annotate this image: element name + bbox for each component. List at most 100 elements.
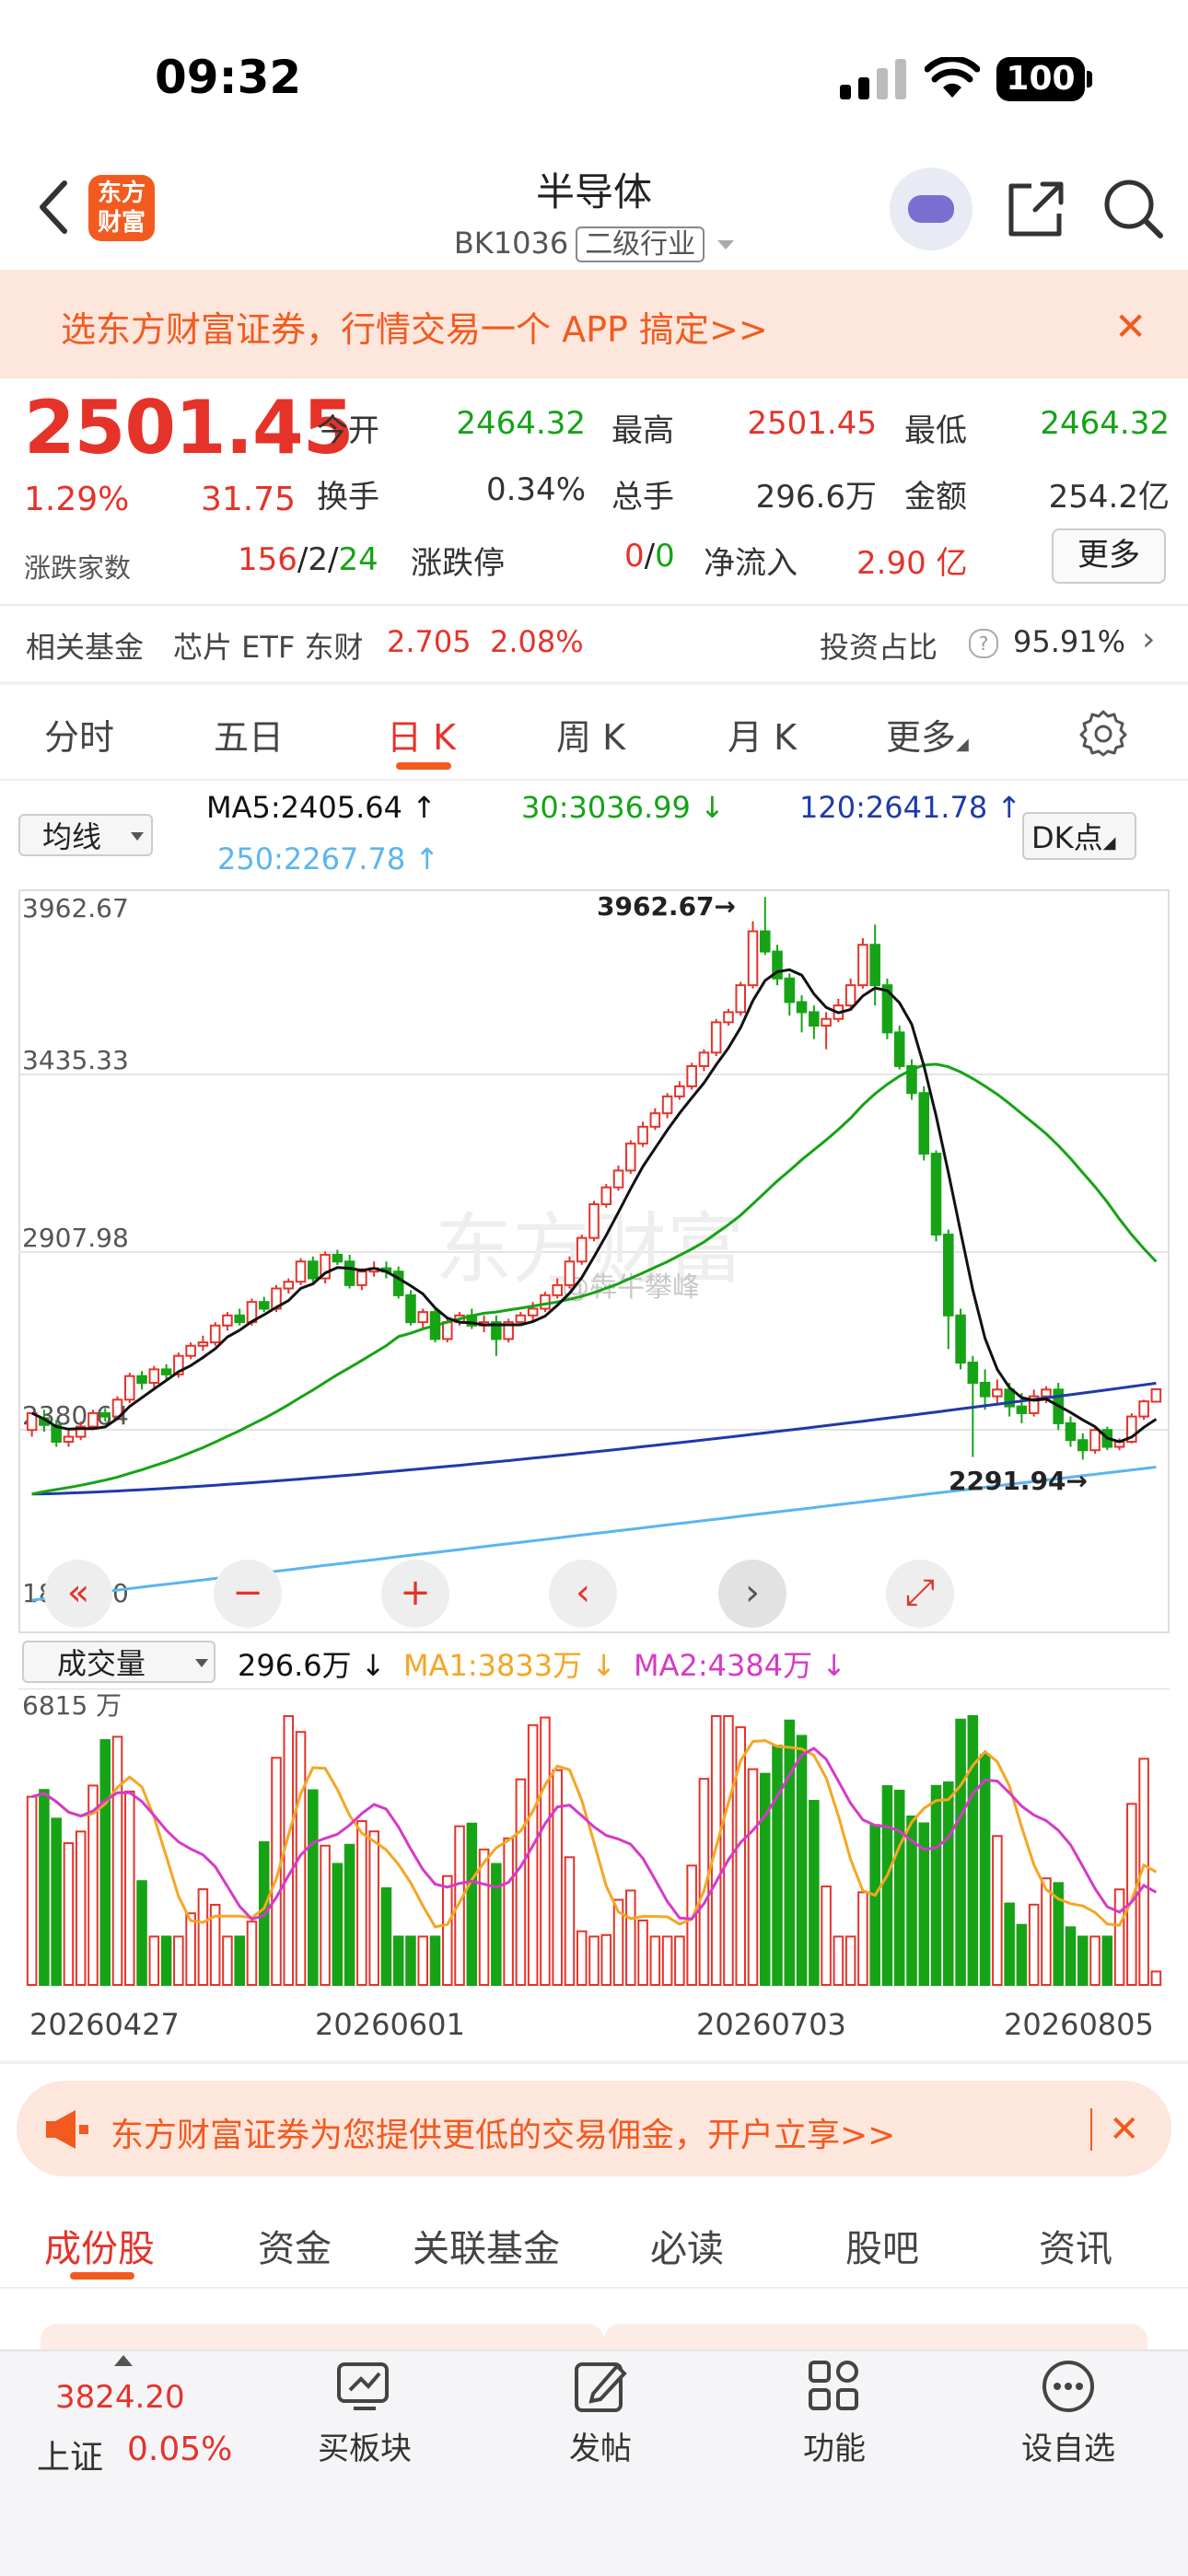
tab-intraday[interactable]: 分时 <box>44 709 114 760</box>
tab-related-funds[interactable]: 关联基金 <box>413 2219 560 2272</box>
candle-up <box>844 984 856 1007</box>
tab-funds-flow[interactable]: 资金 <box>258 2219 332 2272</box>
volume-indicator-select[interactable]: 成交量 <box>22 1641 215 1683</box>
volume-chart[interactable]: 6815 万 <box>18 1688 1170 2002</box>
candle-up <box>747 930 759 987</box>
min-price-marker: 2291.94→ <box>949 1466 1088 1496</box>
volume-bar-down <box>1101 1935 1113 1987</box>
breadth-label: 涨跌家数 <box>24 552 132 584</box>
functions-grid-icon[interactable] <box>805 2357 864 2416</box>
volume-bar-up <box>246 1920 258 1987</box>
high-label: 最高 <box>611 412 674 449</box>
tab-weekly-k[interactable]: 周 K <box>556 709 625 760</box>
low-label: 最低 <box>904 412 967 449</box>
tab-constituents[interactable]: 成份股 <box>44 2219 155 2272</box>
commission-ad-text[interactable]: 东方财富证券为您提供更低的交易佣金，开户立享>> <box>111 2108 895 2156</box>
candle-up <box>63 1435 75 1444</box>
candle-down <box>136 1375 147 1384</box>
nav-add-watchlist[interactable]: 设自选 <box>995 2423 1142 2468</box>
limit-value: 0/0 <box>624 538 675 574</box>
chevron-right-icon[interactable]: › <box>1142 621 1155 658</box>
volume-bar-up <box>576 1930 588 1987</box>
volume-bar-down <box>491 1862 502 1986</box>
zoom-out-button[interactable]: − <box>214 1560 282 1628</box>
kline-chart[interactable]: 东方财富 @犇牛攀峰 3962.673435.332907.982380.641… <box>18 889 1170 1633</box>
expand-up-icon[interactable] <box>114 2355 133 2366</box>
index-name[interactable]: 上证 <box>37 2431 103 2478</box>
volume-bar-up <box>637 1919 648 1987</box>
indicator-select[interactable]: 均线 <box>18 814 153 856</box>
search-icon[interactable] <box>1101 177 1166 241</box>
open-label: 今开 <box>317 412 379 449</box>
candle-down <box>99 1411 111 1418</box>
dk-point-button[interactable]: DK点◢ <box>1022 812 1136 860</box>
board-code: BK1036 <box>453 226 569 261</box>
post-edit-icon[interactable] <box>571 2357 630 2416</box>
battery-indicator: 100 <box>996 57 1085 101</box>
candle-up <box>417 1311 429 1324</box>
volume-bar-up <box>821 1886 832 1986</box>
tab-daily-k[interactable]: 日 K <box>387 709 456 760</box>
nav-post[interactable]: 发帖 <box>527 2423 674 2468</box>
candle-up <box>612 1169 624 1189</box>
divider <box>0 2287 1188 2289</box>
tab-more[interactable]: 更多◢ <box>886 709 969 760</box>
turnover-value: 0.34% <box>485 471 586 508</box>
candle-up <box>1138 1400 1149 1418</box>
scroll-right-button[interactable]: › <box>718 1560 786 1628</box>
rewind-button[interactable]: « <box>44 1560 112 1628</box>
volume-bar-down <box>51 1817 62 1986</box>
candle-up <box>723 1011 734 1024</box>
close-icon[interactable]: ✕ <box>1114 304 1147 349</box>
megaphone-icon <box>46 2110 88 2149</box>
tab-monthly-k[interactable]: 月 K <box>728 709 797 760</box>
candle-up <box>637 1125 648 1145</box>
index-percent[interactable]: 0.05% <box>127 2431 232 2468</box>
ma250-value: 250:2267.78 ↑ <box>217 841 440 876</box>
candle-up <box>686 1064 697 1087</box>
nav-functions[interactable]: 功能 <box>761 2423 908 2468</box>
candle-up <box>356 1271 367 1286</box>
volume-bar-down <box>1016 1923 1028 1986</box>
high-value: 2501.45 <box>747 405 877 442</box>
help-icon[interactable]: ? <box>969 629 998 658</box>
fullscreen-button[interactable]: ⤢ <box>886 1560 954 1628</box>
tab-five-day[interactable]: 五日 <box>214 709 284 760</box>
tab-news[interactable]: 资讯 <box>1039 2219 1112 2272</box>
nav-buy-sector[interactable]: 买板块 <box>291 2423 438 2468</box>
volume-bar-down <box>344 1843 355 1986</box>
buy-sector-icon[interactable] <box>330 2357 400 2416</box>
more-dots-icon[interactable] <box>1039 2357 1098 2416</box>
promo-text[interactable]: 选东方财富证券，行情交易一个 APP 搞定>> <box>61 301 768 352</box>
related-fund-name[interactable]: 芯片 ETF 东财 <box>173 624 364 667</box>
gear-icon[interactable] <box>1079 709 1127 757</box>
volume-bar-up <box>124 1790 135 1987</box>
volume-bar-down <box>466 1822 478 1986</box>
volume-bar-down <box>332 1862 344 1986</box>
candle-down <box>930 1153 942 1236</box>
amount-label: 金额 <box>904 479 967 516</box>
volume-bar-up <box>661 1935 673 1987</box>
index-price[interactable]: 3824.20 <box>55 2379 185 2416</box>
volume-bar-up <box>1041 1877 1052 1986</box>
candle-up <box>857 944 868 987</box>
amount-value: 254.2亿 <box>1048 479 1170 516</box>
volume-bar-up <box>723 1715 734 1986</box>
volume-bar-up <box>222 1935 233 1987</box>
candle-down <box>405 1294 416 1324</box>
tab-must-read[interactable]: 必读 <box>650 2219 724 2272</box>
close-icon[interactable]: ✕ <box>1109 2108 1140 2151</box>
scroll-left-button[interactable]: ‹ <box>549 1560 617 1628</box>
volume-bar-up <box>600 1933 612 1987</box>
current-price: 2501.45 <box>24 385 354 470</box>
share-icon[interactable] <box>1004 177 1068 241</box>
candle-down <box>893 1031 905 1067</box>
candle-down <box>796 1001 808 1014</box>
volume-bar-down <box>869 1824 880 1986</box>
more-button[interactable]: 更多 <box>1052 528 1166 584</box>
tab-forum[interactable]: 股吧 <box>845 2219 919 2272</box>
volume-bar-down <box>39 1789 50 1986</box>
volume-bar-up <box>747 1768 759 1986</box>
candle-up <box>87 1411 99 1428</box>
zoom-in-button[interactable]: + <box>381 1560 449 1628</box>
